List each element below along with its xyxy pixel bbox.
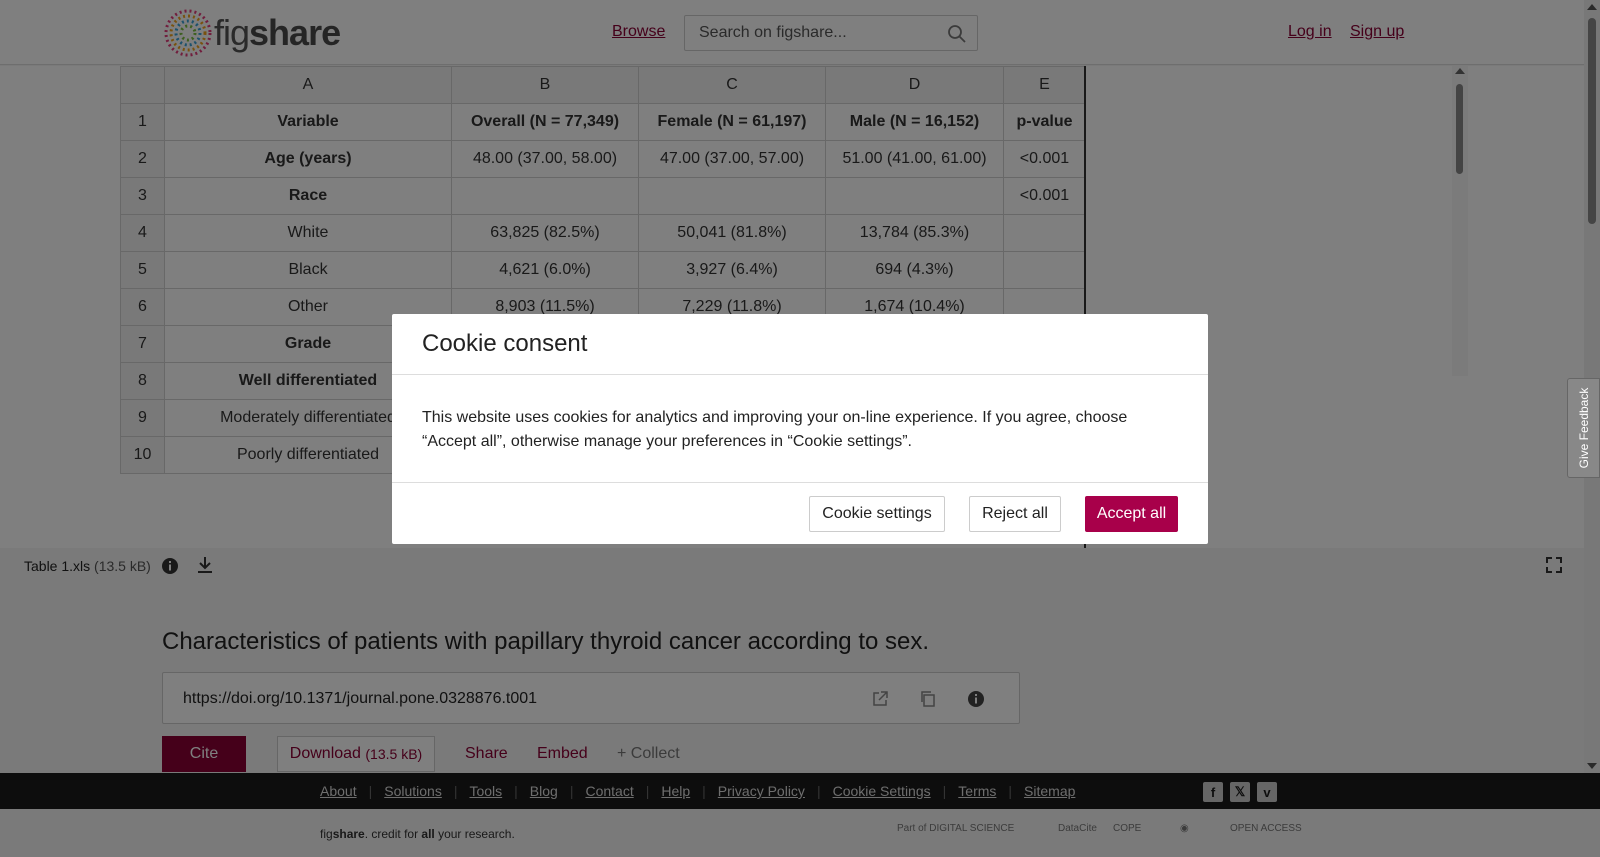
divider bbox=[392, 482, 1208, 483]
accept-all-button[interactable]: Accept all bbox=[1085, 496, 1178, 532]
give-feedback-tab[interactable]: Give Feedback bbox=[1567, 378, 1600, 478]
cookie-message: This website uses cookies for analytics … bbox=[422, 409, 1128, 450]
cookie-consent-dialog: Cookie consent This website uses cookies… bbox=[392, 314, 1208, 544]
cookie-settings-button[interactable]: Cookie settings bbox=[809, 496, 945, 532]
cookie-title: Cookie consent bbox=[422, 330, 588, 357]
reject-all-button[interactable]: Reject all bbox=[969, 496, 1061, 532]
divider bbox=[392, 374, 1208, 375]
feedback-label: Give Feedback bbox=[1576, 387, 1591, 469]
